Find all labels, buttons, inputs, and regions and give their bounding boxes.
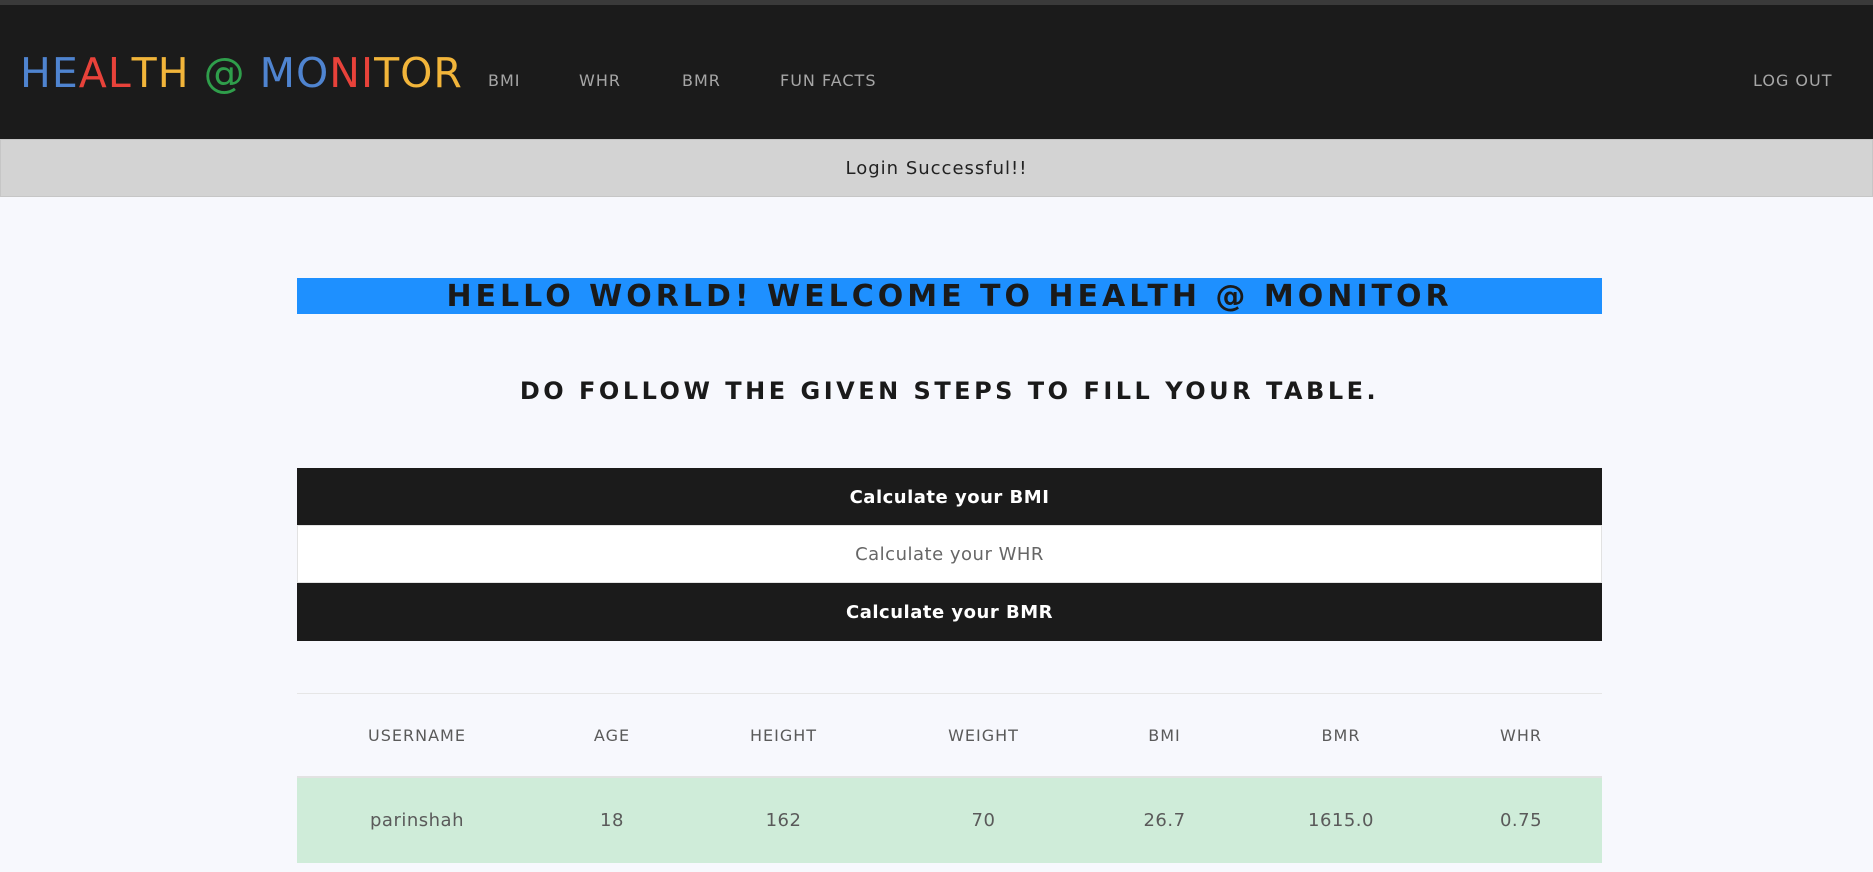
brand-letter: O bbox=[400, 49, 434, 97]
brand-letter: A bbox=[78, 49, 108, 97]
column-header-bmr: BMR bbox=[1242, 694, 1440, 778]
results-table: USERNAME AGE HEIGHT WEIGHT BMI BMR WHR p… bbox=[297, 694, 1602, 863]
welcome-banner: HELLO WORLD! WELCOME TO HEALTH @ MONITOR bbox=[297, 278, 1602, 314]
brand-letter: T bbox=[131, 49, 158, 97]
cell-whr: 0.75 bbox=[1440, 777, 1602, 863]
brand-letter: L bbox=[107, 49, 132, 97]
nav-link-whr[interactable]: WHR bbox=[579, 69, 621, 93]
cell-bmi: 26.7 bbox=[1087, 777, 1242, 863]
brand-logo[interactable]: HEALTH @ MONITOR bbox=[20, 48, 463, 98]
brand-letter: H bbox=[157, 49, 190, 97]
cell-bmr: 1615.0 bbox=[1242, 777, 1440, 863]
column-header-bmi: BMI bbox=[1087, 694, 1242, 778]
brand-letter: M bbox=[259, 49, 297, 97]
alert-message: Login Successful!! bbox=[845, 157, 1028, 179]
brand-letter: @ bbox=[203, 49, 246, 97]
instructions-heading: DO FOLLOW THE GIVEN STEPS TO FILL YOUR T… bbox=[519, 377, 1380, 405]
cell-height: 162 bbox=[687, 777, 880, 863]
column-header-username: USERNAME bbox=[297, 694, 537, 778]
column-header-height: HEIGHT bbox=[687, 694, 880, 778]
brand-letter: I bbox=[360, 49, 375, 97]
login-success-alert: Login Successful!! bbox=[0, 139, 1873, 197]
cell-age: 18 bbox=[537, 777, 687, 863]
nav-link-fun-facts[interactable]: FUN FACTS bbox=[780, 69, 876, 93]
brand-letter bbox=[246, 48, 260, 98]
cell-weight: 70 bbox=[880, 777, 1087, 863]
brand-letter: O bbox=[296, 49, 330, 97]
logout-link[interactable]: LOG OUT bbox=[1753, 69, 1833, 93]
navbar: HEALTH @ MONITOR BMI WHR BMR FUN FACTS L… bbox=[0, 5, 1873, 139]
brand-letter bbox=[190, 48, 204, 98]
brand-letter: E bbox=[51, 49, 79, 97]
calculate-bmr-button[interactable]: Calculate your BMR bbox=[297, 583, 1602, 641]
results-table-container: USERNAME AGE HEIGHT WEIGHT BMI BMR WHR p… bbox=[297, 693, 1602, 863]
table-header-row: USERNAME AGE HEIGHT WEIGHT BMI BMR WHR bbox=[297, 694, 1602, 778]
nav-link-bmr[interactable]: BMR bbox=[682, 69, 721, 93]
brand-letter: N bbox=[329, 49, 361, 97]
brand-letter: H bbox=[20, 49, 52, 97]
brand-letter: T bbox=[374, 49, 401, 97]
cell-username: parinshah bbox=[297, 777, 537, 863]
calculate-bmi-button[interactable]: Calculate your BMI bbox=[297, 468, 1602, 526]
column-header-age: AGE bbox=[537, 694, 687, 778]
calculate-whr-button[interactable]: Calculate your WHR bbox=[297, 525, 1602, 583]
nav-link-bmi[interactable]: BMI bbox=[488, 69, 521, 93]
column-header-whr: WHR bbox=[1440, 694, 1602, 778]
column-header-weight: WEIGHT bbox=[880, 694, 1087, 778]
table-row: parinshah 18 162 70 26.7 1615.0 0.75 bbox=[297, 777, 1602, 863]
brand-letter: R bbox=[433, 49, 463, 97]
